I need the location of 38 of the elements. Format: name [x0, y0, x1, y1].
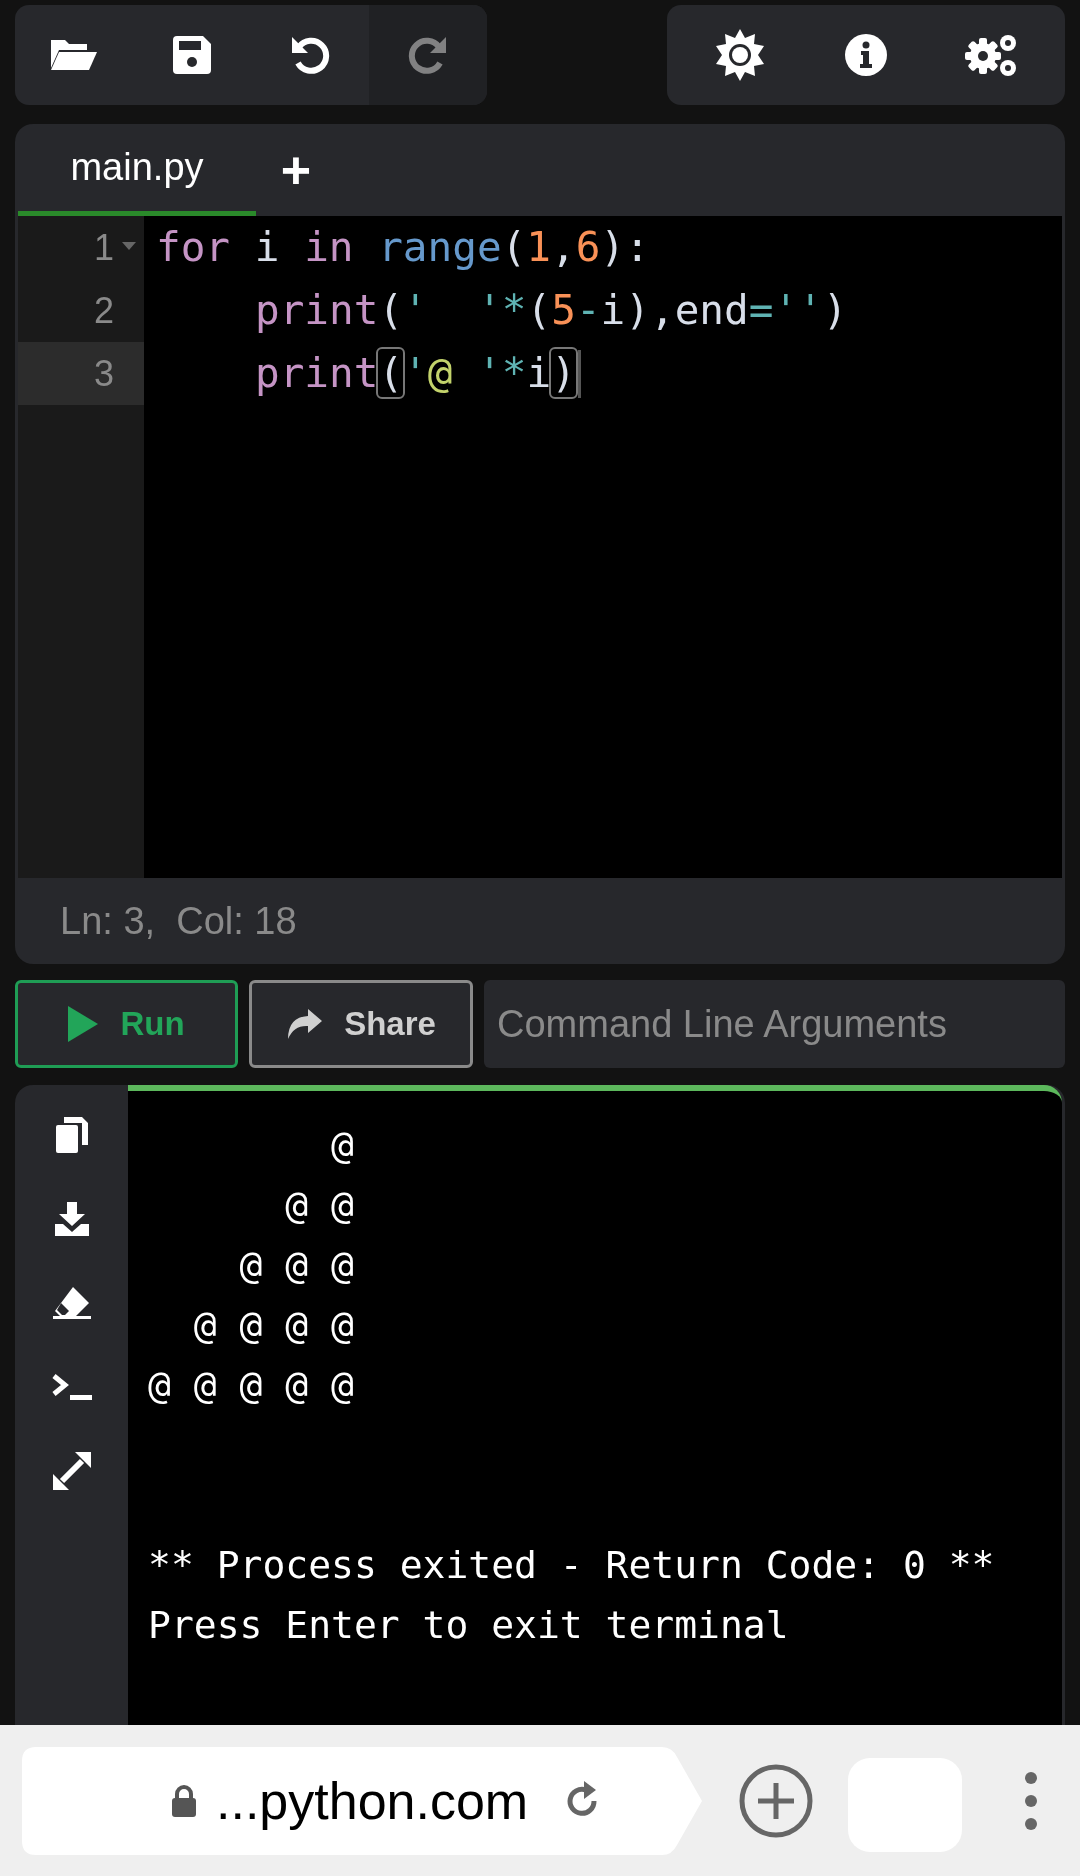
code-line: print('@ '*i)	[255, 347, 576, 399]
cursor-position: Ln: 3, Col: 18	[60, 898, 297, 944]
output-line: @ @	[284, 1183, 354, 1227]
line-number: 3	[93, 351, 114, 396]
url-text: ...python.com	[216, 1770, 529, 1832]
folder-icon[interactable]	[49, 38, 99, 72]
download-icon[interactable]	[54, 1202, 89, 1236]
fold-arrow-icon[interactable]	[122, 242, 136, 250]
code-line: print(' '*(5-i),end='')	[255, 284, 848, 336]
address-bar[interactable]	[22, 1746, 702, 1855]
lock-icon	[172, 1784, 196, 1817]
sun-icon[interactable]	[714, 29, 766, 81]
terminal-output[interactable]: @ @ @ @ @ @ @ @ @ @ @ @ @ @ @ ** Process exited - Return Code: 0 ** Press Enter to exit terminal	[128, 1085, 1062, 1725]
output-line: Press Enter to exit terminal	[148, 1603, 789, 1647]
output-line: @ @ @ @	[192, 1303, 354, 1347]
terminal-icon[interactable]	[51, 1373, 92, 1401]
new-tab-icon[interactable]	[738, 1762, 814, 1839]
save-icon[interactable]	[173, 36, 211, 74]
share-arrow-icon	[286, 1009, 323, 1039]
output-line: @	[330, 1123, 354, 1167]
run-button[interactable]: Run	[15, 980, 238, 1068]
code-line: for i in range(1,6):	[156, 221, 650, 273]
output-line: @ @ @ @ @	[148, 1363, 354, 1407]
copy-icon[interactable]	[55, 1117, 88, 1153]
expand-icon[interactable]	[52, 1452, 91, 1490]
line-number: 1	[93, 225, 114, 270]
info-icon[interactable]	[845, 34, 887, 76]
menu-icon[interactable]	[1024, 1770, 1038, 1831]
share-button[interactable]: Share	[249, 980, 473, 1068]
output-line: ** Process exited - Return Code: 0 **	[148, 1543, 995, 1587]
output-line: @ @ @	[238, 1243, 354, 1287]
add-tab-button[interactable]: +	[256, 124, 336, 216]
eraser-icon[interactable]	[52, 1287, 91, 1319]
arguments-field[interactable]: Command Line Arguments	[484, 980, 1065, 1068]
undo-icon[interactable]	[290, 35, 330, 75]
line-number: 2	[93, 288, 114, 333]
settings-icon[interactable]	[965, 32, 1019, 78]
play-icon	[68, 1006, 99, 1042]
